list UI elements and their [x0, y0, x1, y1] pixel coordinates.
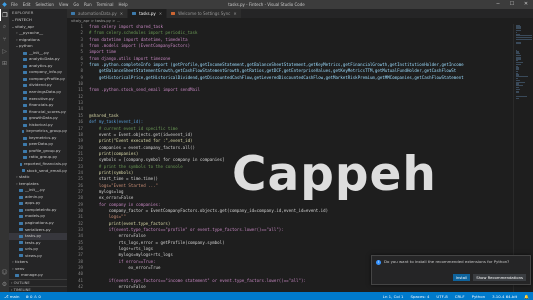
- python-file-icon: [23, 123, 27, 127]
- python-file-icon: [23, 64, 27, 68]
- python-file-icon: [23, 143, 27, 147]
- notification-message: Do you want to install the recommended e…: [384, 259, 510, 264]
- python-file-icon: [23, 116, 27, 120]
- menu-item-view[interactable]: View: [59, 2, 69, 7]
- window-controls: ─ ☐ ✕: [491, 0, 533, 9]
- code-text: error=False: [89, 284, 146, 290]
- tab-tasks-py[interactable]: tasks.py ✕: [128, 9, 168, 18]
- tab-welcome-to-settings-sync[interactable]: Welcome to Settings Sync ✕: [167, 9, 242, 18]
- python-file-icon: [23, 103, 27, 107]
- python-file-icon: [19, 254, 23, 258]
- minimap-line: [516, 42, 522, 44]
- python-file-icon: [23, 84, 27, 88]
- maximize-icon[interactable]: ☐: [505, 0, 519, 9]
- python-file-icon: [20, 162, 22, 166]
- tab-automationdata-py[interactable]: automationData.py ✕: [67, 9, 129, 18]
- minimap-line: [516, 38, 532, 41]
- explorer-icon[interactable]: ❐: [0, 9, 9, 21]
- status-right-item[interactable]: CRLF: [455, 294, 465, 299]
- close-tab-icon[interactable]: ✕: [233, 11, 236, 16]
- extension-recommendation-toast: i Do you want to install the recommended…: [371, 255, 531, 285]
- status-left-item[interactable]: ⎇ main: [4, 294, 19, 299]
- status-right-item[interactable]: 3.10.4 64-bit: [492, 294, 517, 299]
- status-left-item[interactable]: ⊗ 0 ⚠ 0: [25, 294, 40, 299]
- title-bar: ◆ File Edit Selection View Go Run Terminal Help…: [0, 0, 533, 9]
- show-recommendations-button[interactable]: Show Recommendations: [473, 274, 526, 281]
- code-line: 42 error=False: [67, 284, 533, 290]
- file-tree: ⌄ FINTECH ⌄ vitaly_apr › __pycache__ › migratio…: [9, 17, 67, 279]
- python-file-icon: [23, 51, 27, 55]
- python-file-icon: [23, 97, 27, 101]
- python-file-icon: [19, 234, 23, 238]
- python-file-icon: [23, 156, 27, 160]
- menu-item-file[interactable]: File: [11, 2, 18, 7]
- minimap[interactable]: [513, 24, 533, 292]
- python-file-icon: [19, 215, 23, 219]
- run-debug-icon[interactable]: ▷: [0, 45, 9, 57]
- settings-sync-icon: [171, 12, 176, 15]
- tree-item-label: stock_send_email.py: [26, 167, 67, 173]
- minimap-line: [516, 97, 519, 99]
- python-file-icon: [21, 169, 25, 173]
- minimize-icon[interactable]: ─: [491, 0, 505, 9]
- status-right-item[interactable]: Spaces: 4: [411, 294, 430, 299]
- menu-bar: File Edit Selection View Go Run Terminal Help: [11, 2, 128, 7]
- python-file-icon: [15, 274, 19, 278]
- install-button[interactable]: Install: [452, 274, 471, 281]
- notifications-bell-icon[interactable]: 🔔: [524, 294, 529, 299]
- tree-item-label: manage.py: [21, 272, 43, 278]
- tab-label: automationData.py: [78, 11, 117, 16]
- vscode-logo-icon: ◆: [2, 1, 7, 8]
- menu-item-edit[interactable]: Edit: [23, 2, 31, 7]
- menu-item-help[interactable]: Help: [119, 2, 128, 7]
- python-file-icon: [23, 136, 27, 140]
- python-file-icon: [132, 12, 137, 15]
- minimap-line: [516, 92, 520, 94]
- tab-label: Welcome to Settings Sync: [178, 11, 231, 16]
- close-tab-icon[interactable]: ✕: [120, 11, 123, 16]
- python-file-icon: [19, 208, 23, 212]
- section-outline[interactable]: › OUTLINE: [9, 278, 67, 286]
- menu-item-selection[interactable]: Selection: [35, 2, 53, 7]
- extensions-icon[interactable]: ⊞: [0, 57, 9, 69]
- explorer-sidebar: EXPLORER ⌄ FINTECH ⌄ vitaly_apr › __pycache__…: [9, 9, 67, 292]
- close-icon[interactable]: ✕: [519, 0, 533, 9]
- python-file-icon: [21, 130, 25, 134]
- python-file-icon: [71, 12, 75, 15]
- code-editor[interactable]: 1 from celery import shared_task 2 # from c…: [67, 24, 533, 292]
- explorer-header: EXPLORER: [12, 10, 34, 15]
- python-file-icon: [23, 71, 27, 75]
- python-file-icon: [19, 228, 23, 232]
- line-number: 42: [78, 284, 83, 290]
- source-control-icon[interactable]: ⑂: [0, 33, 9, 45]
- menu-item-run[interactable]: Run: [84, 2, 92, 7]
- python-file-icon: [19, 202, 23, 206]
- python-file-icon: [19, 188, 23, 192]
- python-file-icon: [19, 241, 23, 245]
- status-right-item[interactable]: Ln 1, Col 1: [383, 294, 404, 299]
- python-file-icon: [19, 195, 23, 199]
- python-file-icon: [19, 221, 23, 225]
- python-file-icon: [23, 77, 27, 81]
- python-file-icon: [23, 110, 27, 114]
- status-bar: ⎇ main ⊗ 0 ⚠ 0 Ln 1, Col 1 Spaces: 4 UTF-8 C…: [0, 292, 533, 300]
- gear-icon[interactable]: ⚙: [0, 278, 9, 290]
- menu-item-go[interactable]: Go: [73, 2, 79, 7]
- python-file-icon: [19, 247, 23, 251]
- close-tab-icon[interactable]: ✕: [159, 11, 162, 16]
- menu-item-terminal[interactable]: Terminal: [97, 2, 114, 7]
- status-right-item[interactable]: Python: [472, 294, 486, 299]
- account-icon[interactable]: ☺: [0, 266, 9, 278]
- search-icon[interactable]: ⌕: [0, 21, 9, 33]
- python-file-icon: [23, 149, 27, 153]
- python-file-icon: [23, 58, 27, 62]
- info-icon: i: [376, 260, 381, 265]
- tab-label: tasks.py: [139, 11, 156, 16]
- python-file-icon: [23, 90, 27, 94]
- activity-bar: ❐ ⌕ ⑂ ▷ ⊞ ☺ ⚙: [0, 9, 9, 292]
- status-right-item[interactable]: UTF-8: [436, 294, 447, 299]
- tab-bar: automationData.py ✕ tasks.py ✕ Welcome to Se…: [67, 9, 533, 18]
